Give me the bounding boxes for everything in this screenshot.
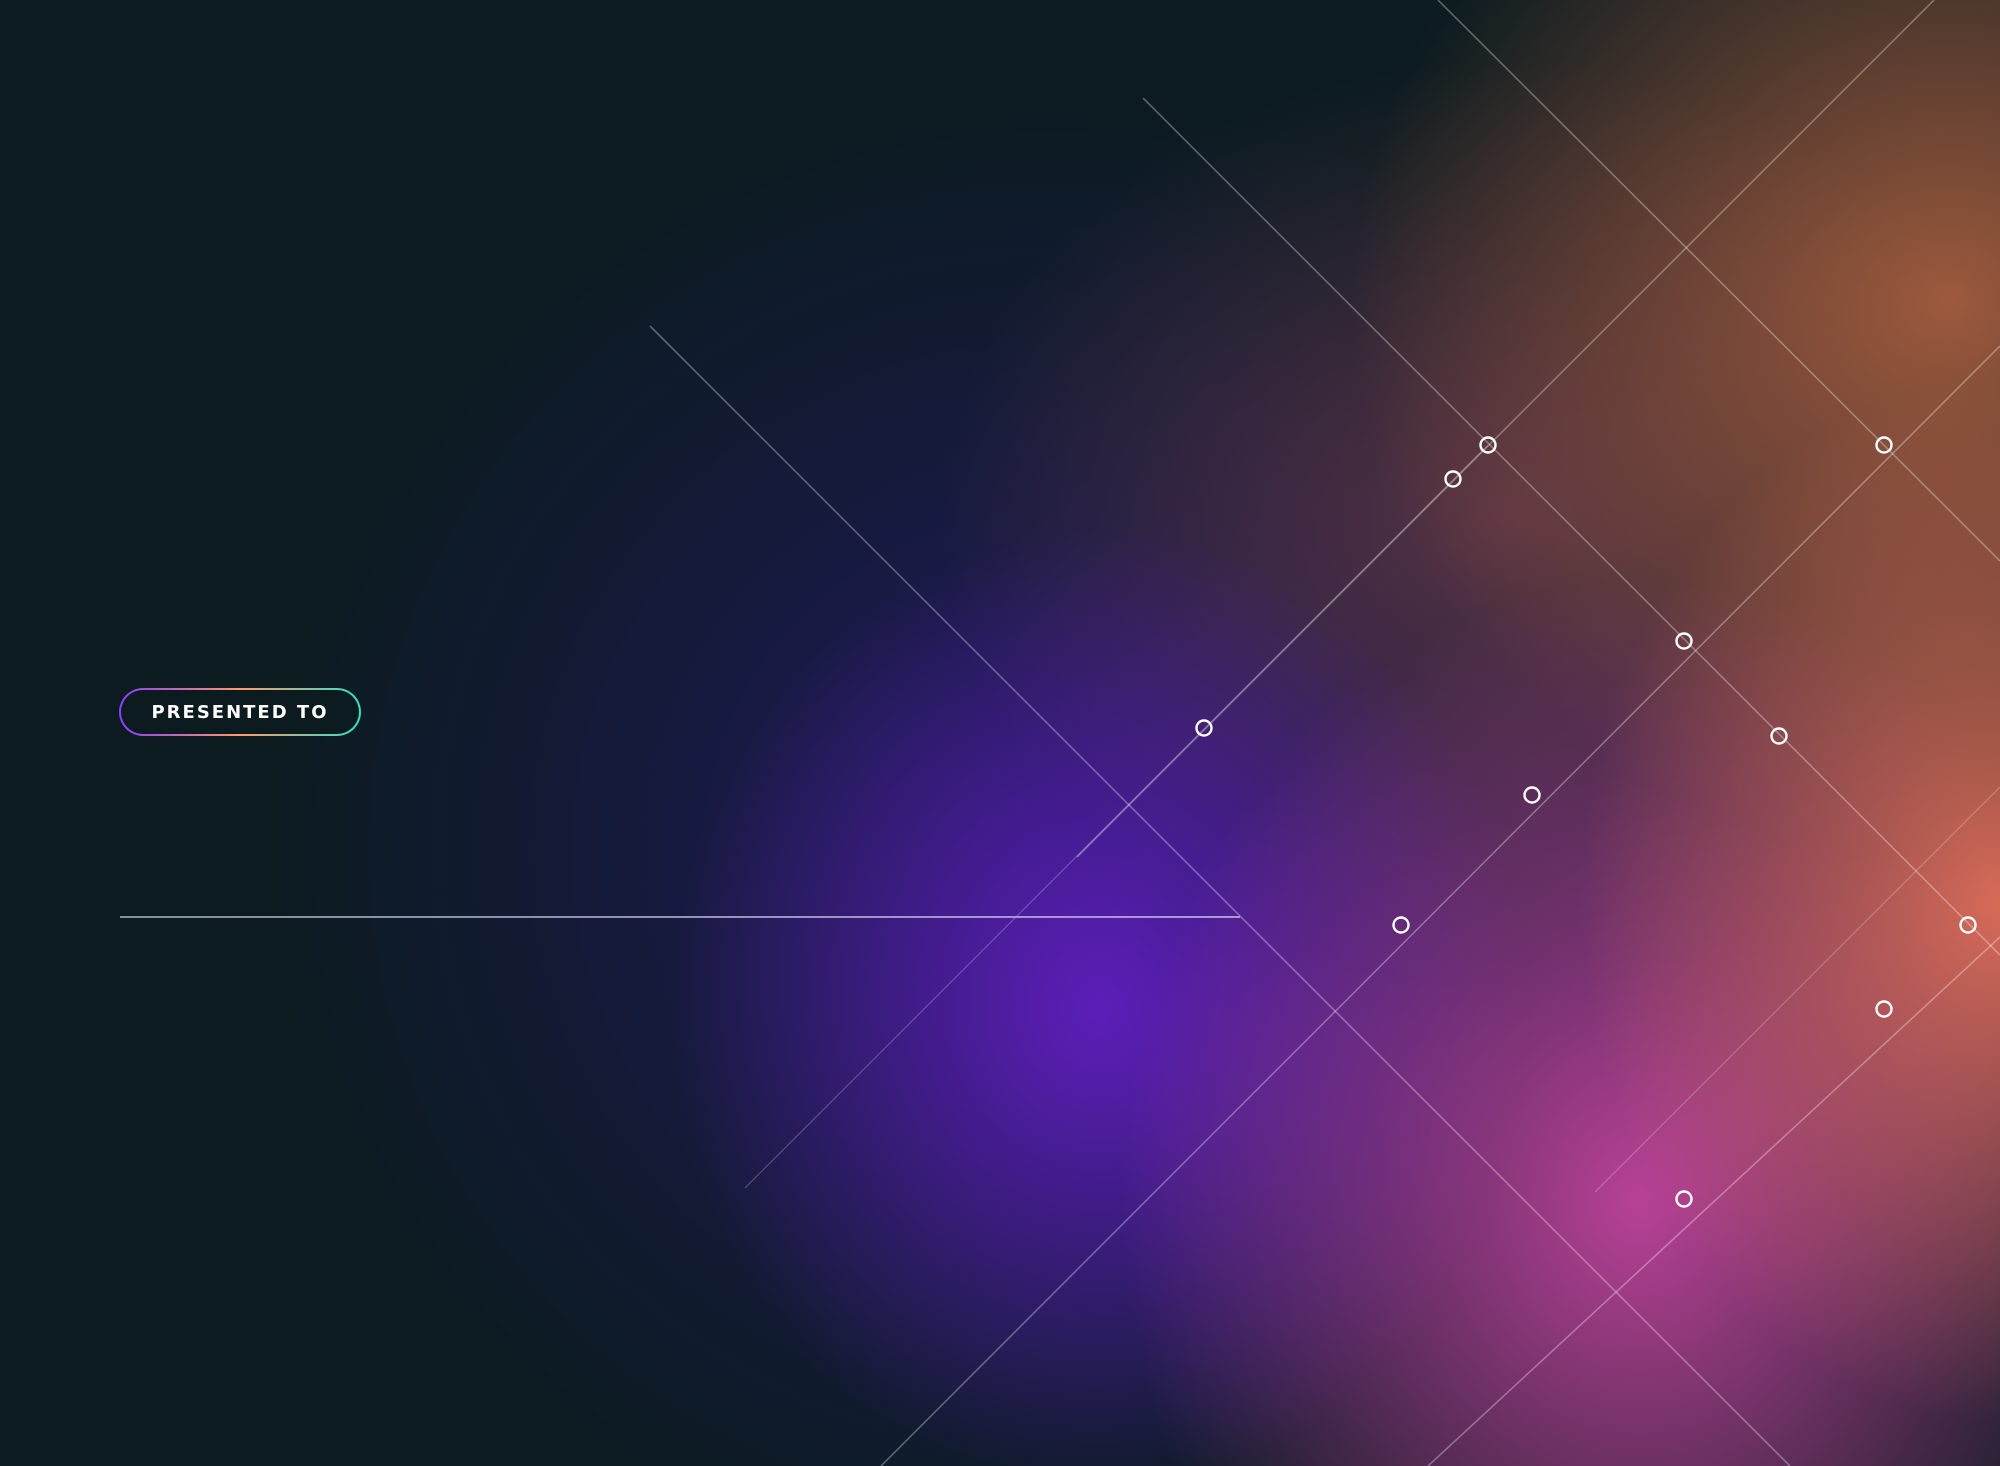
grid-line: [744, 444, 1489, 1189]
grid-line: [1427, 936, 2000, 1466]
recipient-name-line: [120, 916, 1240, 918]
grid-node: [1195, 719, 1213, 737]
grid-node: [1875, 1000, 1893, 1018]
grid-line: [1076, 0, 1935, 858]
grid-line: [649, 325, 1791, 1466]
grid-node: [1675, 632, 1693, 650]
grid-node: [1392, 916, 1410, 934]
grid-node: [1523, 786, 1541, 804]
grid-node: [1675, 1190, 1693, 1208]
presented-to-badge: PRESENTED TO: [119, 688, 361, 736]
grid-node: [1770, 727, 1788, 745]
grid-line: [880, 345, 2000, 1466]
grid-node: [1444, 470, 1462, 488]
grid-line: [1142, 97, 2000, 956]
certificate-canvas: PRESENTED TO: [0, 0, 2000, 1466]
grid-line: [1594, 786, 2000, 1193]
presented-to-label: PRESENTED TO: [121, 690, 359, 734]
grid-node: [1959, 916, 1977, 934]
